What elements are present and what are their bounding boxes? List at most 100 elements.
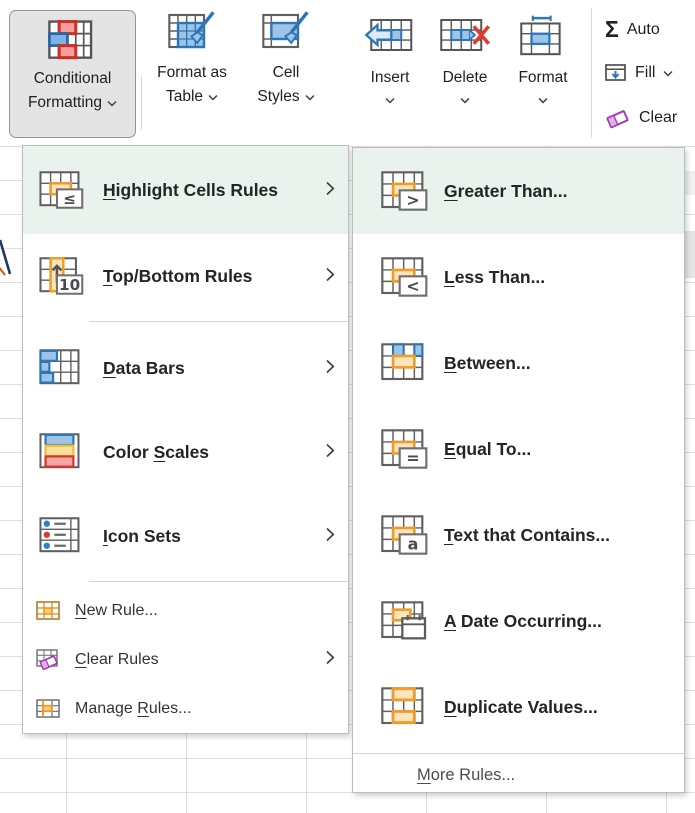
color-scales-icon	[39, 433, 85, 471]
delete-icon	[440, 14, 490, 56]
ribbon: Conditional Formatting Format as Table C…	[0, 0, 695, 145]
menu-item-label: Less Than...	[444, 267, 545, 288]
submenu-chevron-right-icon	[326, 526, 335, 547]
cell-styles-button[interactable]: Cell Styles	[245, 10, 327, 109]
menu-item-manage-rules[interactable]: Manage Rules...	[23, 684, 348, 733]
menu-item-color-scales[interactable]: Color Scales	[23, 410, 348, 494]
chevron-down-icon	[305, 94, 315, 101]
greater-than-icon: >	[381, 171, 429, 211]
menu-item-label: Icon Sets	[103, 526, 181, 547]
svg-text:<: <	[406, 277, 419, 296]
conditional-formatting-button[interactable]: Conditional Formatting	[9, 10, 136, 138]
menu-item-data-bars[interactable]: Data Bars	[23, 326, 348, 410]
text-contains-icon: a	[381, 515, 429, 555]
menu-item-top-bottom-rules[interactable]: 10 Top/Bottom Rules	[23, 234, 348, 318]
excel-window: Conditional Formatting Format as Table C…	[0, 0, 695, 813]
icon-sets-icon	[39, 517, 85, 555]
svg-text:=: =	[406, 449, 419, 468]
menu-item-icon-sets[interactable]: Icon Sets	[23, 494, 348, 578]
insert-button[interactable]: Insert	[357, 14, 423, 104]
menu-item-duplicate-values[interactable]: Duplicate Values...	[353, 664, 684, 750]
manage-rules-icon	[36, 699, 60, 719]
svg-text:≤: ≤	[63, 190, 76, 208]
clear-button[interactable]: Clear	[605, 106, 695, 130]
menu-item-label: Manage Rules...	[75, 700, 192, 718]
chevron-down-icon	[107, 100, 117, 107]
chevron-down-icon	[538, 97, 548, 104]
menu-item-new-rule[interactable]: New Rule...	[23, 586, 348, 635]
submenu-chevron-right-icon	[326, 180, 335, 201]
format-icon	[520, 14, 566, 56]
format-label: Format	[518, 69, 567, 87]
chevron-down-icon	[663, 70, 673, 77]
chevron-right-icon	[326, 181, 335, 196]
chevron-right-icon	[326, 650, 335, 665]
format-as-table-button[interactable]: Format as Table	[142, 10, 242, 109]
menu-item-label: Top/Bottom Rules	[103, 266, 252, 287]
menu-separator	[23, 318, 348, 326]
menu-item-label: Between...	[444, 353, 531, 374]
menu-item-between[interactable]: Between...	[353, 320, 684, 406]
menu-item-equal-to[interactable]: =Equal To...	[353, 406, 684, 492]
menu-item-label: Highlight Cells Rules	[103, 180, 278, 201]
cell-styles-label-line1: Cell	[273, 61, 300, 85]
menu-item-label: Color Scales	[103, 442, 209, 463]
fill-label: Fill	[635, 64, 655, 82]
conditional-formatting-icon	[48, 20, 98, 67]
menu-item-label: Text that Contains...	[444, 525, 610, 546]
between-icon	[381, 343, 429, 383]
menu-item-clear-rules[interactable]: Clear Rules	[23, 635, 348, 684]
top-bottom-icon: 10	[39, 257, 85, 295]
submenu-chevron-right-icon	[326, 266, 335, 287]
cell-styles-icon	[262, 10, 310, 52]
chevron-right-icon	[326, 359, 335, 374]
data-bars-icon	[39, 349, 85, 387]
menu-item-highlight-cells-rules[interactable]: ≤ Highlight Cells Rules	[23, 146, 348, 234]
menu-item-label: Duplicate Values...	[444, 697, 598, 718]
svg-text:a: a	[408, 535, 419, 554]
conditional-formatting-menu: ≤ Highlight Cells Rules 10 Top/Bottom Rule…	[22, 145, 349, 734]
scrollbar-thumb[interactable]	[685, 231, 695, 278]
format-button[interactable]: Format	[506, 14, 580, 104]
chevron-down-icon	[460, 97, 470, 104]
clear-rules-icon	[36, 649, 60, 671]
menu-item-text-that-contains[interactable]: a Text that Contains...	[353, 492, 684, 578]
conditional-formatting-label-line1: Conditional	[34, 67, 112, 91]
menu-item-less-than[interactable]: < Less Than...	[353, 234, 684, 320]
autosum-label: Auto	[627, 21, 660, 39]
menu-item-a-date-occurring[interactable]: A Date Occurring...	[353, 578, 684, 664]
chevron-right-icon	[326, 527, 335, 542]
menu-item-label: Data Bars	[103, 358, 185, 379]
date-occurring-icon	[381, 601, 429, 641]
format-as-table-label-line2: Table	[166, 85, 203, 109]
fill-button[interactable]: Fill	[605, 63, 695, 83]
menu-item-more-rules[interactable]: More Rules...	[353, 758, 684, 792]
autosum-button[interactable]: Σ Auto	[605, 18, 695, 41]
highlight-cells-rules-submenu: > Greater Than... < Less Than... Between..…	[352, 147, 685, 793]
chevron-right-icon	[326, 443, 335, 458]
scrollbar-track[interactable]	[685, 171, 695, 195]
svg-text:>: >	[406, 191, 419, 210]
less-than-icon: <	[381, 257, 429, 297]
format-as-table-icon	[168, 10, 216, 52]
duplicate-values-icon	[381, 687, 429, 727]
fill-icon	[605, 63, 627, 83]
menu-item-label: Greater Than...	[444, 181, 568, 202]
submenu-chevron-right-icon	[326, 650, 335, 670]
menu-item-label: Clear Rules	[75, 651, 159, 669]
conditional-formatting-label-line2: Formatting	[28, 91, 102, 115]
autosum-sigma-icon: Σ	[605, 18, 619, 41]
insert-label: Insert	[371, 69, 410, 87]
cell-styles-label-line2: Styles	[257, 85, 299, 109]
background-content-fragment	[0, 236, 13, 278]
menu-item-label: New Rule...	[75, 602, 158, 620]
menu-item-greater-than[interactable]: > Greater Than...	[353, 148, 684, 234]
chevron-down-icon	[208, 94, 218, 101]
svg-text:10: 10	[59, 276, 80, 294]
delete-button[interactable]: Delete	[430, 14, 500, 104]
equal-to-icon: =	[381, 429, 429, 469]
new-rule-icon	[36, 601, 60, 621]
menu-item-label: More Rules...	[417, 766, 515, 785]
delete-label: Delete	[443, 69, 488, 87]
highlight-cells-icon: ≤	[39, 171, 85, 209]
